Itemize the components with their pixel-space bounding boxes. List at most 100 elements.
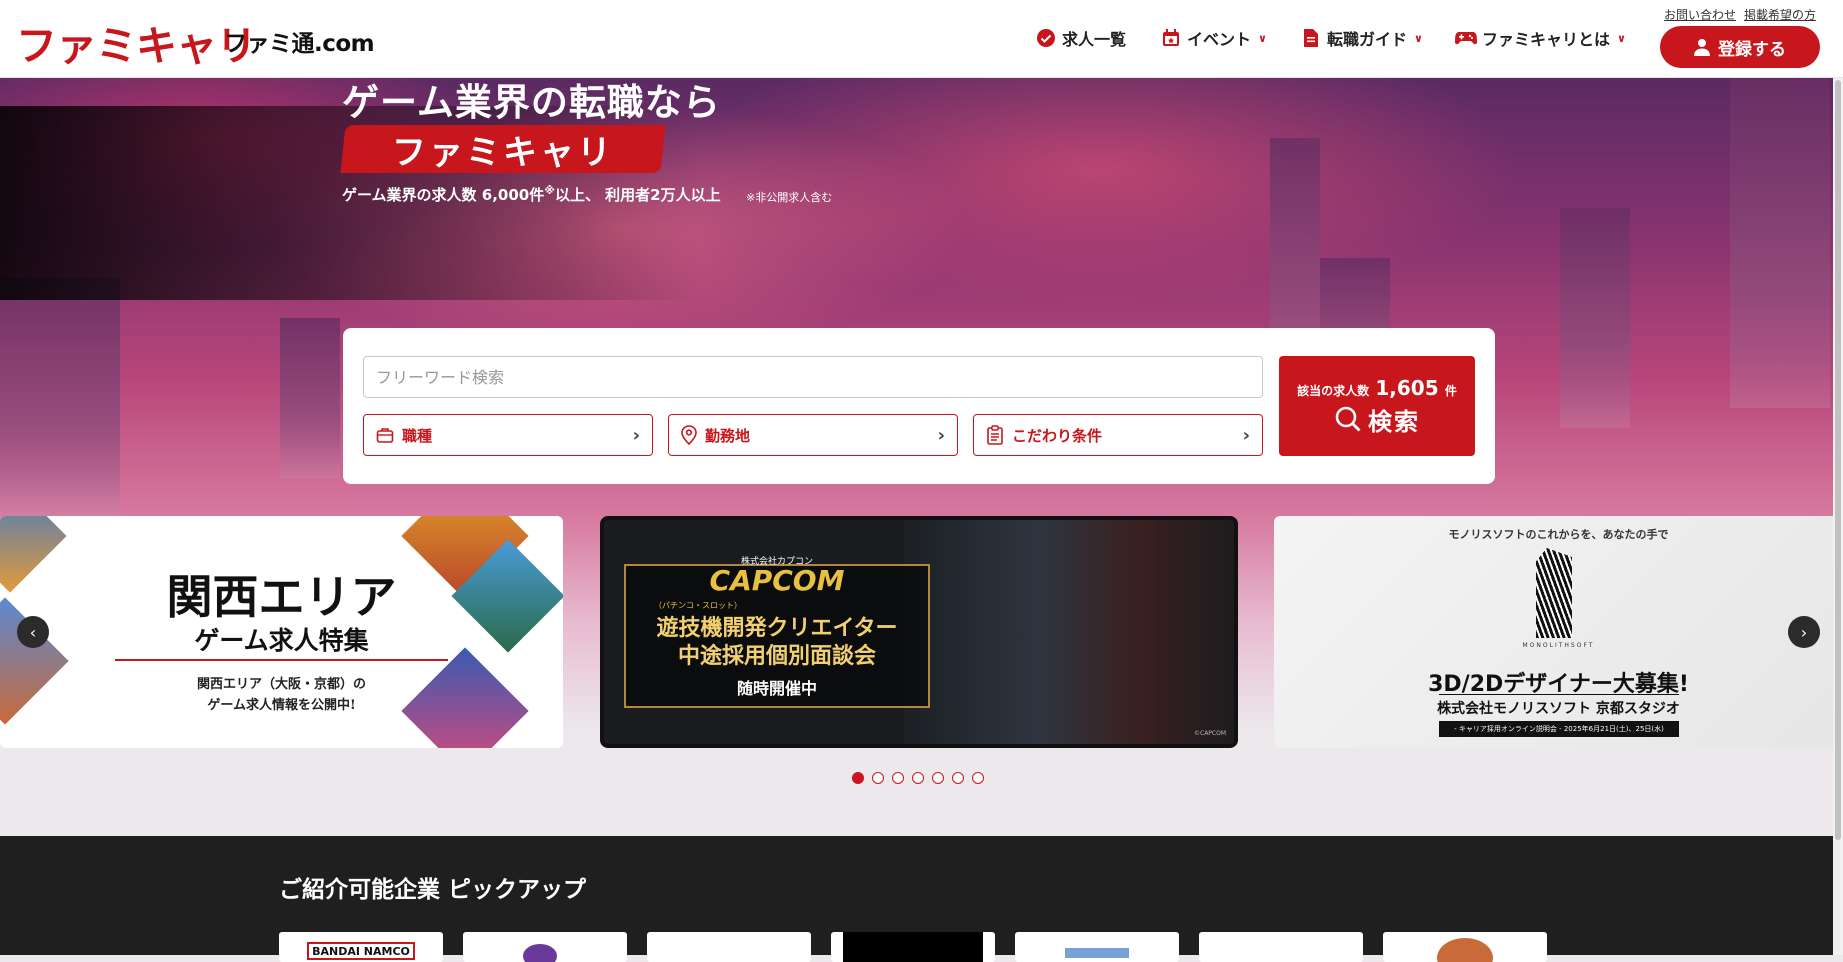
carousel-prev-button[interactable]: ‹ (17, 616, 49, 648)
count-prefix: 該当の求人数 (1297, 383, 1370, 398)
hero-stats-mark: ※ (544, 184, 555, 197)
chevron-down-icon: ∨ (1258, 31, 1267, 45)
monolith-icon (1536, 548, 1572, 638)
register-label: 登録する (1718, 39, 1786, 60)
nav-career-guide[interactable]: 転職ガイド ∨ (1300, 26, 1423, 50)
company-card[interactable] (1015, 932, 1179, 962)
company-card[interactable] (647, 932, 811, 962)
nav-label: イベント (1187, 30, 1252, 49)
calendar-icon (1160, 27, 1182, 49)
mono-event: - キャリア採用オンライン説明会 - 2025年6月21日(土)、25日(水) (1439, 721, 1679, 737)
company-card[interactable] (1383, 932, 1547, 962)
chevron-left-icon: ‹ (29, 622, 37, 642)
bg-building (1560, 208, 1630, 428)
hero-stats-suffix: 以上、 利用者2万人以上 (554, 186, 721, 204)
famitsu-logo[interactable]: ファミ通.com (224, 24, 375, 58)
contact-link[interactable]: お問い合わせ (1664, 6, 1736, 23)
location-label: 勤務地 (705, 426, 751, 445)
job-type-selector[interactable]: 職種 › (363, 414, 653, 456)
clipboard-icon (987, 425, 1003, 445)
company-logo (523, 944, 557, 962)
user-icon (1694, 39, 1710, 56)
bag-icon (376, 428, 394, 443)
search-icon (1335, 406, 1361, 432)
carousel-dot[interactable] (972, 772, 984, 784)
search-button[interactable]: 該当の求人数 1,605 件 検索 (1279, 356, 1475, 456)
carousel-dot[interactable] (872, 772, 884, 784)
freeword-search-input[interactable] (363, 356, 1263, 398)
banner-photo (904, 520, 1234, 744)
advertise-link[interactable]: 掲載希望の方 (1744, 6, 1816, 23)
carousel-dot[interactable] (892, 772, 904, 784)
chevron-down-icon: ∨ (1414, 31, 1423, 45)
mono-brand: MONOLITHSOFT (1522, 642, 1595, 649)
divider (115, 659, 448, 661)
chevron-down-icon: ∨ (1617, 31, 1626, 45)
famicari-logo[interactable]: ファミキャリ (16, 12, 257, 72)
company-card[interactable] (831, 932, 995, 962)
count-suffix: 件 (1444, 383, 1457, 398)
company-card[interactable] (1199, 932, 1363, 962)
register-button[interactable]: 登録する (1660, 26, 1820, 68)
banner-kansai[interactable]: 関西エリア ゲーム求人特集 関西エリア（大阪・京都）の ゲーム求人情報を公開中! (0, 516, 563, 748)
hero-brand: ファミキャリ (392, 132, 614, 173)
chevron-right-icon: › (1800, 622, 1808, 642)
capcom-line2: 中途採用個別面談会 (677, 643, 876, 669)
nav-about[interactable]: ファミキャリとは ∨ (1455, 26, 1626, 50)
company-logo (1065, 948, 1129, 958)
banner-monolithsoft[interactable]: モノリスソフトのこれからを、あなたの手で MONOLITHSOFT 3D/2Dデ… (1274, 516, 1843, 748)
carousel-dot[interactable] (852, 772, 864, 784)
nav-job-list[interactable]: 求人一覧 (1035, 26, 1126, 50)
bg-building (1730, 78, 1830, 408)
capcom-logo: CAPCOM (709, 564, 845, 597)
kansai-desc1: 関西エリア（大阪・京都）の (196, 677, 366, 692)
conditions-selector[interactable]: こだわり条件 › (973, 414, 1263, 456)
kansai-subtitle: ゲーム求人特集 (194, 626, 369, 655)
search-panel: 職種 › 勤務地 › こだわり条件 › 該当の求人数 1,605 件 検索 (343, 328, 1495, 484)
carousel-dot[interactable] (932, 772, 944, 784)
scrollbar-thumb[interactable] (1835, 80, 1841, 840)
mono-company: 株式会社モノリスソフト 京都スタジオ (1437, 701, 1680, 717)
location-selector[interactable]: 勤務地 › (668, 414, 958, 456)
divider (1439, 694, 1679, 695)
job-type-label: 職種 (402, 426, 433, 445)
carousel-next-button[interactable]: › (1788, 616, 1820, 648)
gamepad-icon (1455, 27, 1477, 49)
hero-headline: ゲーム業界の転職なら (342, 81, 721, 124)
nav-label: 求人一覧 (1062, 30, 1127, 49)
company-logo (843, 932, 983, 962)
capcom-credit: ©CAPCOM (1194, 730, 1227, 737)
result-count: 1,605 (1375, 375, 1439, 400)
pickup-title: ご紹介可能企業 ピックアップ (279, 877, 587, 903)
carousel-dot[interactable] (952, 772, 964, 784)
chevron-right-icon: › (632, 424, 640, 446)
kansai-desc2: ゲーム求人情報を公開中! (207, 698, 356, 713)
bg-building (280, 318, 340, 478)
nav-label: 転職ガイド (1327, 30, 1408, 49)
site-header: ファミキャリ ファミ通.com 求人一覧 イベント ∨ 転職ガイド ∨ ファミキ… (0, 0, 1843, 78)
search-button-main: 検索 (1334, 402, 1420, 437)
banner-capcom[interactable]: 株式会社カプコン CAPCOM （パチンコ・スロット） 遊技機開発クリエイター … (600, 516, 1238, 748)
bg-building (0, 278, 120, 518)
chevron-right-icon: › (1242, 424, 1250, 446)
mono-top: モノリスソフトのこれからを、あなたの手で (1448, 528, 1669, 541)
company-logo (1437, 938, 1493, 962)
pickup-section: ご紹介可能企業 ピックアップ BANDAI NAMCO (0, 836, 1843, 962)
conditions-label: こだわり条件 (1012, 426, 1103, 445)
map-pin-icon (681, 425, 697, 445)
document-icon (1300, 27, 1322, 49)
carousel-dot[interactable] (912, 772, 924, 784)
company-card-bandai-namco[interactable]: BANDAI NAMCO (279, 932, 443, 962)
kansai-title: 関西エリア (166, 570, 397, 624)
hero-stats: ゲーム業界の求人数 6,000件※以上、 利用者2万人以上 (342, 184, 721, 205)
chevron-right-icon: › (937, 424, 945, 446)
nav-event[interactable]: イベント ∨ (1160, 26, 1267, 50)
check-circle-icon (1035, 27, 1057, 49)
hero-note: ※非公開求人含む (746, 191, 833, 204)
company-logo: BANDAI NAMCO (307, 942, 415, 960)
search-button-label: 検索 (1368, 407, 1420, 436)
carousel-dots (852, 772, 984, 784)
result-count-line: 該当の求人数 1,605 件 (1297, 376, 1457, 400)
company-card[interactable] (463, 932, 627, 962)
nav-label: ファミキャリとは (1482, 30, 1611, 49)
